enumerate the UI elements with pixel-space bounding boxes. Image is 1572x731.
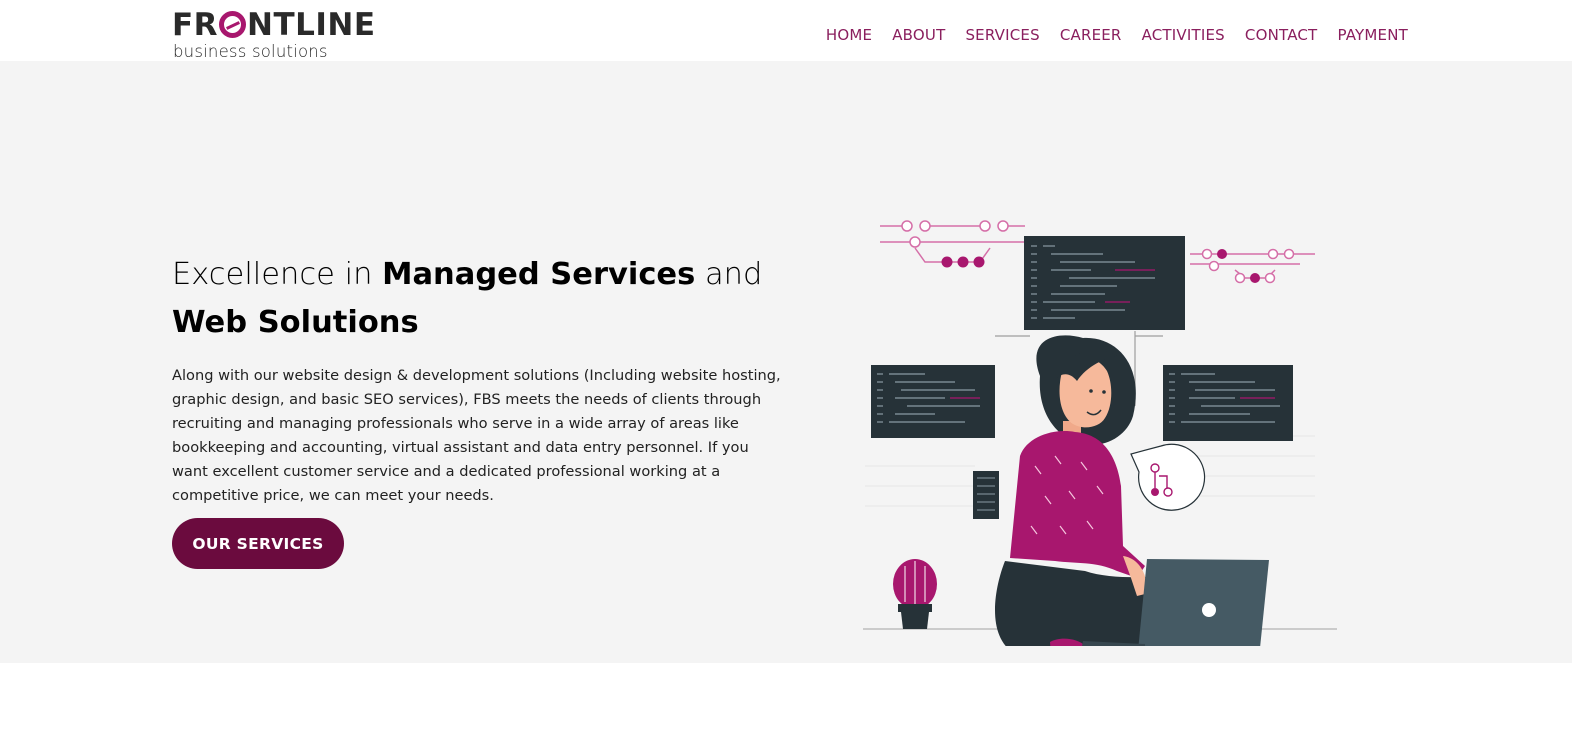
- nav-home[interactable]: HOME: [826, 25, 872, 45]
- nav-contact[interactable]: CONTACT: [1245, 25, 1318, 45]
- logo-tagline: business solutions: [173, 42, 328, 61]
- site-header: FR NTLINE business solutions HOME ABOUT S…: [0, 0, 1572, 61]
- hero-section: Excellence in Managed Services and Web So…: [0, 61, 1572, 663]
- developer-illustration: [863, 220, 1337, 646]
- our-services-button[interactable]: OUR SERVICES: [172, 518, 344, 569]
- hero-headline: Excellence in Managed Services and Web So…: [172, 257, 763, 340]
- nav-activities[interactable]: ACTIVITIES: [1142, 25, 1225, 45]
- git-graph-left: [880, 220, 1025, 268]
- main-nav: HOME ABOUT SERVICES CAREER ACTIVITIES CO…: [826, 25, 1408, 45]
- nav-about[interactable]: ABOUT: [892, 25, 945, 45]
- logo-globe-icon: [219, 11, 247, 38]
- logo-wordmark: FR NTLINE: [172, 7, 376, 43]
- code-panel-right: [1163, 365, 1293, 441]
- frontline-logo[interactable]: FR NTLINE business solutions: [172, 8, 375, 62]
- code-panel-left: [871, 365, 995, 438]
- nav-career[interactable]: CAREER: [1060, 25, 1122, 45]
- nav-payment[interactable]: PAYMENT: [1337, 25, 1408, 45]
- speech-bubble-branch-icon: [1130, 443, 1206, 511]
- code-panel-top: [1024, 236, 1185, 330]
- hero-description: Along with our website design & developm…: [172, 367, 781, 504]
- git-graph-right: [1190, 248, 1315, 284]
- code-panel-small: [973, 471, 999, 519]
- nav-services[interactable]: SERVICES: [965, 25, 1039, 45]
- cactus-plant: [893, 559, 937, 629]
